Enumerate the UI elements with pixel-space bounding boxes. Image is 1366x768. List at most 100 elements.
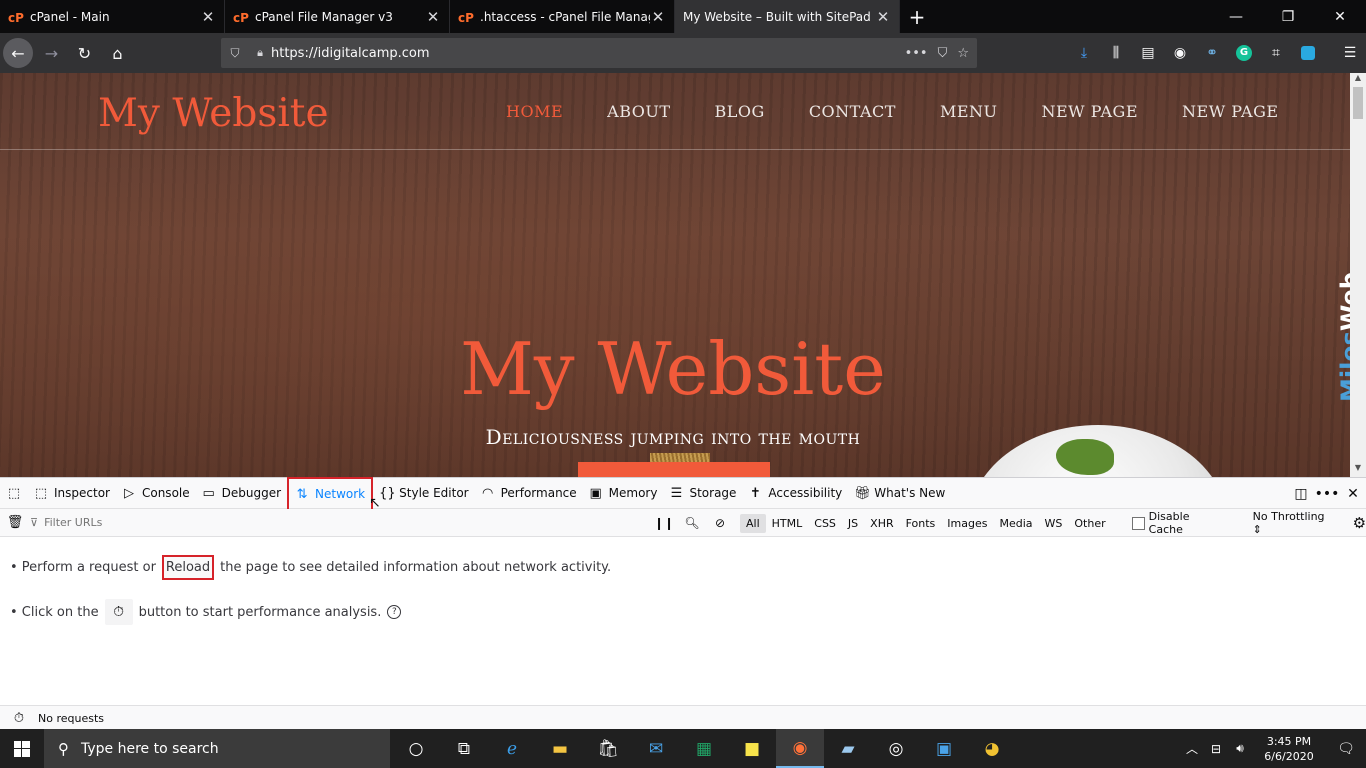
pause-icon[interactable]: ❙❙ xyxy=(650,516,678,530)
extension-link-icon[interactable]: ⚭ xyxy=(1196,33,1228,73)
tab-accessibility[interactable]: ✝ Accessibility xyxy=(742,478,848,509)
filter-all[interactable]: All xyxy=(740,513,766,533)
forward-button[interactable]: → xyxy=(35,37,68,70)
tab-inspector[interactable]: ⬚ Inspector xyxy=(28,478,116,509)
filter-js[interactable]: JS xyxy=(842,514,864,533)
site-nav-home[interactable]: HOME xyxy=(506,102,563,121)
firefox-icon[interactable]: ◉ xyxy=(776,729,824,768)
screenshot-extension-icon[interactable] xyxy=(1292,33,1324,73)
site-nav-contact[interactable]: CONTACT xyxy=(809,102,896,121)
back-button[interactable]: ← xyxy=(3,38,33,68)
filter-urls-field[interactable]: ⊽ xyxy=(30,516,630,529)
tab-storage[interactable]: ☰ Storage xyxy=(663,478,742,509)
filter-html[interactable]: HTML xyxy=(766,514,809,533)
close-devtools-icon[interactable]: ✕ xyxy=(1340,478,1366,509)
site-nav-blog[interactable]: BLOG xyxy=(715,102,765,121)
screen-recorder-icon[interactable]: ▣ xyxy=(920,729,968,768)
search-icon[interactable]: 🔍︎ xyxy=(678,516,706,530)
gear-icon[interactable]: ⚙ xyxy=(1353,514,1366,532)
filter-media[interactable]: Media xyxy=(993,514,1038,533)
site-nav-menu[interactable]: MENU xyxy=(940,102,998,121)
restore-icon[interactable]: ❐ xyxy=(1262,0,1314,33)
filter-images[interactable]: Images xyxy=(941,514,993,533)
store-icon[interactable]: 🛍︎ xyxy=(584,729,632,768)
disable-cache-checkbox[interactable] xyxy=(1132,516,1145,530)
notifications-icon[interactable]: 🗨︎ xyxy=(1326,741,1366,757)
excel-icon[interactable]: ▦ xyxy=(680,729,728,768)
close-tab-icon[interactable]: ✕ xyxy=(875,8,891,26)
throttling-select[interactable]: No Throttling ⇕ xyxy=(1253,510,1335,536)
new-tab-button[interactable]: + xyxy=(900,0,934,33)
sticky-notes-icon[interactable]: ■ xyxy=(728,729,776,768)
tracking-shield-icon[interactable]: ⛉ xyxy=(221,46,249,61)
minimize-icon[interactable]: — xyxy=(1210,0,1262,33)
file-explorer-icon[interactable]: ▬ xyxy=(536,729,584,768)
close-tab-icon[interactable]: ✕ xyxy=(425,8,441,26)
obs-icon[interactable]: ◎ xyxy=(872,729,920,768)
tab-memory[interactable]: ▣ Memory xyxy=(583,478,664,509)
close-tab-icon[interactable]: ✕ xyxy=(650,8,666,26)
scroll-thumb[interactable] xyxy=(1353,87,1363,119)
trash-icon[interactable]: 🗑︎ xyxy=(0,515,30,530)
filter-xhr[interactable]: XHR xyxy=(864,514,899,533)
site-nav-about[interactable]: ABOUT xyxy=(607,102,670,121)
close-window-icon[interactable]: ✕ xyxy=(1314,0,1366,33)
disable-cache-label[interactable]: Disable Cache xyxy=(1149,510,1225,536)
tab-console[interactable]: ▷ Console xyxy=(116,478,196,509)
edge-icon[interactable]: ℯ xyxy=(488,729,536,768)
page-actions-icon[interactable]: ••• xyxy=(905,46,928,61)
browser-tab-my-website[interactable]: My Website – Built with SitePad ✕ xyxy=(675,0,900,33)
library-icon[interactable]: ⫼ xyxy=(1100,33,1132,73)
tab-whats-new[interactable]: 🎁︎ What's New xyxy=(848,478,951,509)
crop-icon[interactable]: ⌗ xyxy=(1260,33,1292,73)
notepad-icon[interactable]: ▰ xyxy=(824,729,872,768)
filter-ws[interactable]: WS xyxy=(1039,514,1069,533)
tab-debugger[interactable]: ▭ Debugger xyxy=(196,478,287,509)
browser-tab-htaccess[interactable]: cP .htaccess - cPanel File Manager ✕ xyxy=(450,0,675,33)
mail-icon[interactable]: ✉ xyxy=(632,729,680,768)
pocket-icon[interactable]: ⛉ xyxy=(938,46,948,61)
network-tray-icon[interactable]: ⊟ xyxy=(1204,742,1228,756)
site-nav-new-page-2[interactable]: NEW PAGE xyxy=(1182,102,1279,121)
chevron-up-icon[interactable]: ︿ xyxy=(1180,740,1204,757)
menu-icon[interactable]: ☰ xyxy=(1334,33,1366,73)
block-icon[interactable]: ⊘ xyxy=(706,516,734,530)
reload-button[interactable]: Reload xyxy=(161,555,215,580)
close-tab-icon[interactable]: ✕ xyxy=(200,8,216,26)
account-icon[interactable]: ◉ xyxy=(1164,33,1196,73)
browser-tab-file-manager[interactable]: cP cPanel File Manager v3 ✕ xyxy=(225,0,450,33)
url-input[interactable] xyxy=(271,45,905,61)
dock-side-icon[interactable]: ◫ xyxy=(1288,478,1314,509)
filter-fonts[interactable]: Fonts xyxy=(900,514,942,533)
page-scrollbar[interactable]: ▲ ▼ xyxy=(1350,73,1366,477)
reload-page-button[interactable]: ↻ xyxy=(68,37,101,70)
taskbar-clock[interactable]: 3:45 PM 6/6/2020 xyxy=(1252,734,1326,764)
task-view-icon[interactable]: ⧉ xyxy=(440,729,488,768)
tab-network[interactable]: ⇅ Network xyxy=(287,477,374,511)
windows-start-button[interactable] xyxy=(0,729,44,768)
bookmark-star-icon[interactable]: ☆ xyxy=(957,46,969,61)
taskbar-search[interactable]: ⚲ Type here to search xyxy=(44,729,390,768)
site-nav-new-page[interactable]: NEW PAGE xyxy=(1041,102,1138,121)
home-button[interactable]: ⌂ xyxy=(101,37,134,70)
browser-tab-cpanel-main[interactable]: cP cPanel - Main ✕ xyxy=(0,0,225,33)
scroll-up-icon[interactable]: ▲ xyxy=(1350,73,1366,87)
url-bar[interactable]: ⛉ 🔒︎ ••• ⛉ ☆ xyxy=(221,38,977,68)
sidebar-icon[interactable]: ▤ xyxy=(1132,33,1164,73)
stopwatch-button[interactable]: ⏱︎ xyxy=(104,599,133,625)
hero-cta-button[interactable] xyxy=(578,462,770,477)
more-options-icon[interactable]: ••• xyxy=(1314,478,1340,509)
scroll-down-icon[interactable]: ▼ xyxy=(1350,463,1366,477)
filter-other[interactable]: Other xyxy=(1068,514,1111,533)
help-icon[interactable]: ? xyxy=(387,605,402,619)
filter-urls-input[interactable] xyxy=(44,516,445,529)
volume-icon[interactable]: 🔊︎ xyxy=(1228,741,1252,756)
filter-css[interactable]: CSS xyxy=(808,514,842,533)
lock-icon[interactable]: 🔒︎ xyxy=(249,46,271,60)
element-picker-icon[interactable]: ⬚ xyxy=(0,478,28,509)
tab-performance[interactable]: ◠ Performance xyxy=(475,478,583,509)
download-icon[interactable]: ⤓ xyxy=(1068,33,1100,73)
chrome-icon[interactable]: ◕ xyxy=(968,729,1016,768)
grammarly-icon[interactable]: G xyxy=(1228,33,1260,73)
cortana-icon[interactable]: ○ xyxy=(392,729,440,768)
